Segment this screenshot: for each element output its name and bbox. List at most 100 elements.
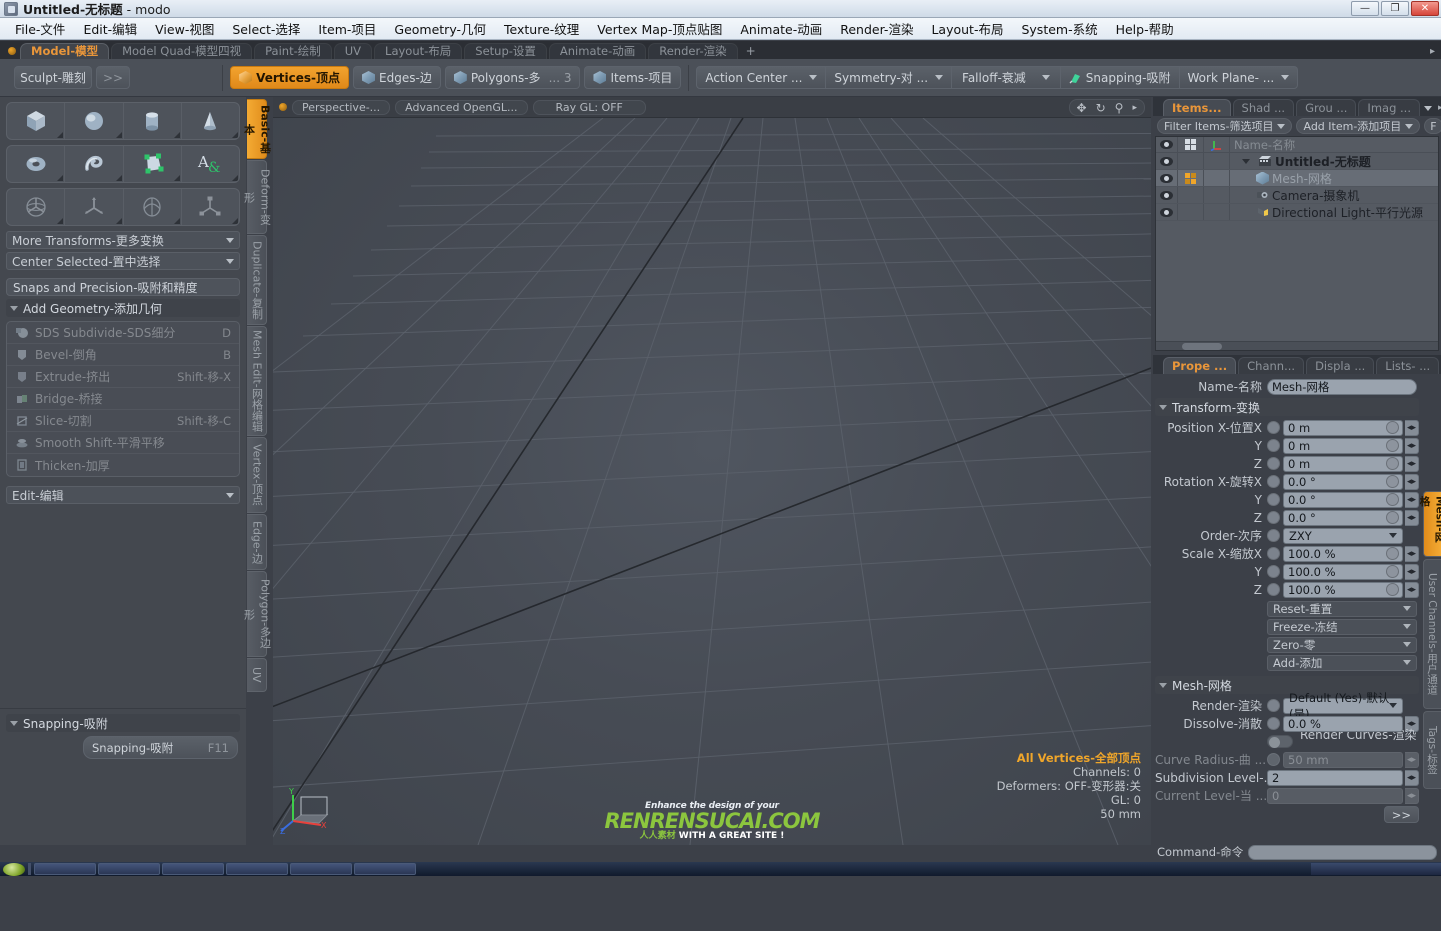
options-triangle-icon[interactable] (173, 132, 180, 138)
tab-items[interactable]: Items... (1163, 99, 1231, 116)
add-layout-tab-button[interactable]: + (740, 43, 762, 59)
menu-layout[interactable]: Layout-布局 (922, 17, 1012, 40)
rotation-x-input[interactable]: 0.0 ° (1283, 473, 1403, 490)
subdivision-level-spinner[interactable]: ◂▸ (1405, 769, 1419, 786)
filter-f-button[interactable]: F (1424, 118, 1441, 134)
rotation-y-knob[interactable] (1386, 493, 1399, 506)
row-name-cell[interactable]: Camera-摄象机 (1230, 187, 1438, 204)
table-row[interactable]: Mesh-网格 (1156, 170, 1438, 187)
item-tree-scrollbar[interactable] (1156, 341, 1438, 350)
layout-tab-model-quad[interactable]: Model Quad-模型四视 (111, 43, 253, 59)
options-triangle-icon[interactable] (232, 218, 238, 224)
layout-tab-setup[interactable]: Setup-设置 (464, 43, 547, 59)
snaps-precision-header[interactable]: Snaps and Precision-吸附和精度 (6, 278, 240, 296)
freeze-dropdown[interactable]: Freeze-冻结 (1267, 618, 1417, 635)
menu-render[interactable]: Render-渲染 (831, 17, 922, 40)
options-triangle-icon[interactable] (57, 132, 64, 138)
row-locator-cell[interactable] (1204, 153, 1230, 169)
rotation-x-channel-knob[interactable] (1267, 475, 1280, 488)
table-row[interactable]: Untitled-无标题 (1156, 153, 1438, 170)
rotation-y-input[interactable]: 0.0 ° (1283, 491, 1403, 508)
reset-dropdown[interactable]: Reset-重置 (1267, 600, 1417, 617)
row-visibility-toggle[interactable] (1156, 153, 1178, 169)
spiral-primitive-button[interactable] (65, 146, 124, 182)
work-plane-dropdown[interactable]: Work Plane- ... (1179, 66, 1299, 89)
expand-triangle-icon[interactable] (1242, 158, 1250, 164)
position-x-input[interactable]: 0 m (1283, 419, 1403, 436)
scale-z-knob[interactable] (1386, 583, 1399, 596)
order-dropdown[interactable]: ZXY (1283, 527, 1403, 544)
taskbar-tray[interactable] (1311, 863, 1441, 875)
order-channel-knob[interactable] (1267, 529, 1280, 542)
row-select-cell[interactable] (1178, 187, 1204, 203)
curve-radius-spinner[interactable]: ◂▸ (1405, 751, 1419, 768)
tabs-overflow-chevron-icon[interactable] (1424, 106, 1432, 111)
sculpt-expand-button[interactable]: >> (96, 66, 131, 89)
sds-subdivide-item[interactable]: SDS Subdivide-SDS细分 D (7, 322, 239, 344)
curve-radius-channel-knob[interactable] (1267, 753, 1280, 766)
scrollbar-thumb[interactable] (1182, 343, 1222, 350)
options-triangle-icon[interactable] (115, 175, 122, 181)
options-triangle-icon[interactable] (173, 175, 180, 181)
options-triangle-icon[interactable] (57, 175, 64, 181)
minimize-button[interactable]: — (1351, 1, 1379, 16)
current-level-spinner[interactable]: ◂▸ (1405, 787, 1419, 804)
rotation-y-channel-knob[interactable] (1267, 493, 1280, 506)
chevron-right-icon[interactable]: ▸ (1132, 101, 1137, 115)
position-x-spinner[interactable]: ◂▸ (1405, 419, 1419, 436)
snapping-f11-button[interactable]: Snapping-吸附 F11 (83, 736, 238, 759)
mode-polygons-button[interactable]: Polygons-多 ... 3 (444, 66, 581, 89)
position-y-knob[interactable] (1386, 439, 1399, 452)
row-name-cell[interactable]: Untitled-无标题 (1230, 153, 1438, 170)
layout-tab-model[interactable]: Model-模型 (20, 43, 110, 59)
layout-tab-uv[interactable]: UV (333, 43, 373, 59)
tab-images[interactable]: Imag ... (1358, 99, 1420, 116)
viewport-3d[interactable]: Perspective-... Advanced OpenGL... Ray G… (273, 97, 1151, 845)
viewport-view-dropdown[interactable]: Perspective-... (292, 99, 391, 115)
sculpt-button[interactable]: Sculpt-雕刻 (14, 66, 92, 89)
mode-items-button[interactable]: Items-项目 (584, 66, 682, 89)
name-input[interactable]: Mesh-网格 (1267, 378, 1417, 395)
layout-tab-render[interactable]: Render-渲染 (648, 43, 738, 59)
vtab-duplicate[interactable]: Duplicate-复制 (247, 235, 267, 325)
smooth-shift-item[interactable]: Smooth Shift-平滑平移 (7, 432, 239, 454)
close-button[interactable]: ✕ (1411, 1, 1439, 16)
taskbar-item[interactable] (354, 863, 416, 875)
more-transforms-dropdown[interactable]: More Transforms-更多变换 (6, 231, 240, 249)
thicken-item[interactable]: Thicken-加厚 (7, 454, 239, 476)
rvtab-user-channels[interactable]: User Channels-用户通道 (1423, 559, 1441, 709)
rotation-z-channel-knob[interactable] (1267, 511, 1280, 524)
viewport-canvas[interactable]: All Vertices-全部顶点 Channels: 0 Deformers:… (273, 118, 1151, 845)
vtab-basic[interactable]: Basic-基本 (243, 99, 272, 159)
menu-geometry[interactable]: Geometry-几何 (385, 17, 495, 40)
layout-tab-layout[interactable]: Layout-布局 (374, 43, 463, 59)
zero-dropdown[interactable]: Zero-零 (1267, 636, 1417, 653)
subdivision-level-input[interactable]: 2 (1267, 769, 1403, 786)
menu-system[interactable]: System-系统 (1012, 17, 1106, 40)
rotate-icon[interactable]: ↻ (1096, 101, 1106, 115)
polygon-pen-button[interactable] (124, 146, 182, 182)
options-triangle-icon[interactable] (115, 132, 122, 138)
command-input[interactable] (1248, 844, 1437, 860)
row-locator-cell[interactable] (1204, 170, 1230, 186)
row-select-cell[interactable] (1178, 204, 1204, 220)
menu-vertex-map[interactable]: Vertex Map-顶点贴图 (588, 17, 731, 40)
layout-tab-animate[interactable]: Animate-动画 (548, 43, 647, 59)
rotation-x-spinner[interactable]: ◂▸ (1405, 473, 1419, 490)
tabbar-overflow-icon[interactable]: ▸ (1430, 46, 1435, 57)
row-name-cell[interactable]: Mesh-网格 (1230, 170, 1438, 187)
start-orb-icon[interactable] (3, 862, 25, 876)
menu-edit[interactable]: Edit-编辑 (74, 17, 146, 40)
cube-primitive-button[interactable] (7, 103, 66, 139)
position-z-channel-knob[interactable] (1267, 457, 1280, 470)
scale-y-spinner[interactable]: ◂▸ (1405, 563, 1419, 580)
position-y-spinner[interactable]: ◂▸ (1405, 437, 1419, 454)
render-dropdown[interactable]: Default (Yes)-默认(是) (1283, 691, 1403, 721)
tab-groups[interactable]: Grou ... (1296, 99, 1357, 116)
menu-animate[interactable]: Animate-动画 (731, 17, 831, 40)
scale-y-input[interactable]: 100.0 % (1283, 563, 1403, 580)
table-row[interactable]: Directional Light-平行光源 (1156, 204, 1438, 221)
taskbar-item[interactable] (290, 863, 352, 875)
edit-dropdown[interactable]: Edit-编辑 (6, 486, 240, 504)
menu-select[interactable]: Select-选择 (223, 17, 309, 40)
